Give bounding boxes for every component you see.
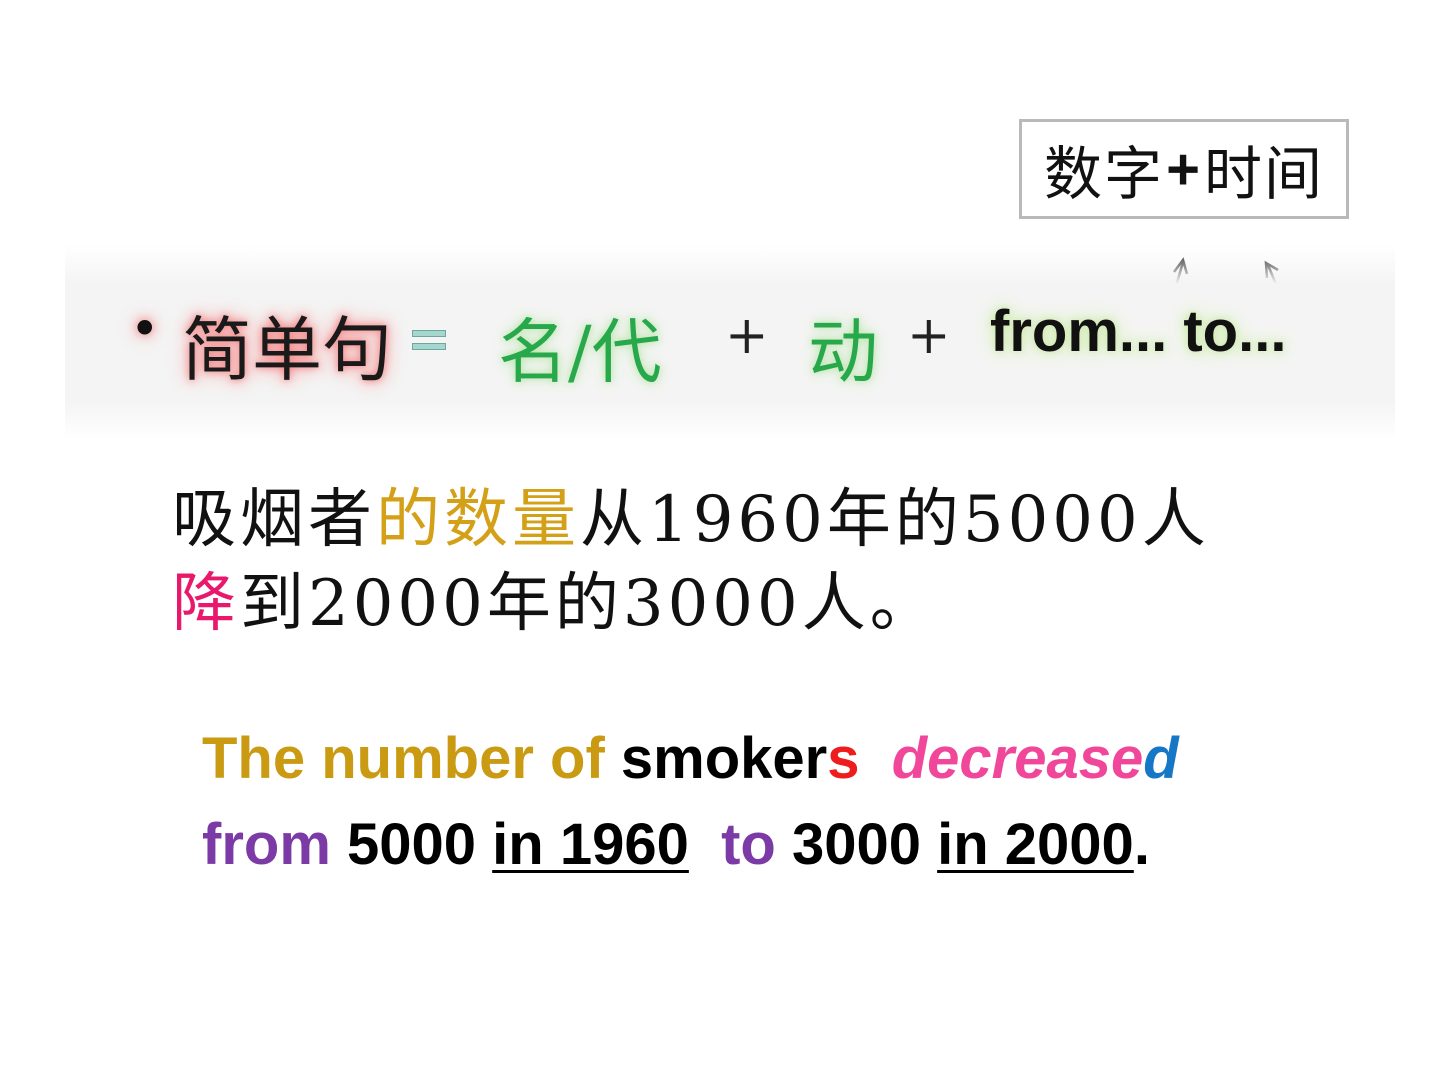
noun-pronoun-term: 名/代: [498, 311, 662, 393]
cn-number-of: 的数量: [376, 483, 580, 557]
en-smoker: smoker: [620, 726, 828, 791]
en-the-number-of: The number of: [202, 726, 621, 791]
equals-icon: [412, 330, 446, 352]
en-past-d: d: [1143, 726, 1179, 791]
cn-from-clause: 从1960年的5000人: [580, 483, 1210, 557]
chinese-sentence: 吸烟者的数量从1960年的5000人 降到2000年的3000人。: [172, 478, 1272, 646]
simple-sentence-term: 简单句: [182, 309, 392, 391]
en-to: to: [721, 812, 776, 877]
formula-row: • 简单句 名/代 + 动 + from... to...: [120, 290, 1380, 393]
cn-to-clause: 到2000年的3000人。: [240, 567, 938, 641]
en-5000: 5000: [347, 812, 477, 877]
bullet: •: [130, 300, 160, 358]
from-to-term: from... to...: [990, 299, 1287, 364]
note-part1: 数字: [1044, 140, 1165, 208]
slide: 数字 + 时间 • 简单句 名/代 + 动 + from... to... 吸烟…: [0, 0, 1440, 1080]
en-decrease: decrease: [891, 726, 1144, 791]
verb-term: 动: [808, 311, 878, 393]
note-plus: +: [1166, 136, 1202, 202]
en-in-2000: in 2000: [937, 812, 1134, 877]
note-box: 数字 + 时间: [1019, 119, 1349, 219]
note-part2: 时间: [1203, 140, 1324, 208]
en-period: .: [1133, 812, 1150, 877]
en-in-1960: in 1960: [492, 812, 689, 877]
en-plural-s: s: [827, 726, 860, 791]
cn-subject: 吸烟者: [172, 483, 376, 557]
cn-verb: 降: [172, 567, 240, 641]
english-sentence: The number of smokers decreased from 500…: [202, 716, 1402, 888]
plus-operator-2: +: [907, 306, 951, 366]
plus-operator-1: +: [725, 306, 769, 366]
en-3000: 3000: [791, 812, 921, 877]
en-from: from: [202, 812, 331, 877]
